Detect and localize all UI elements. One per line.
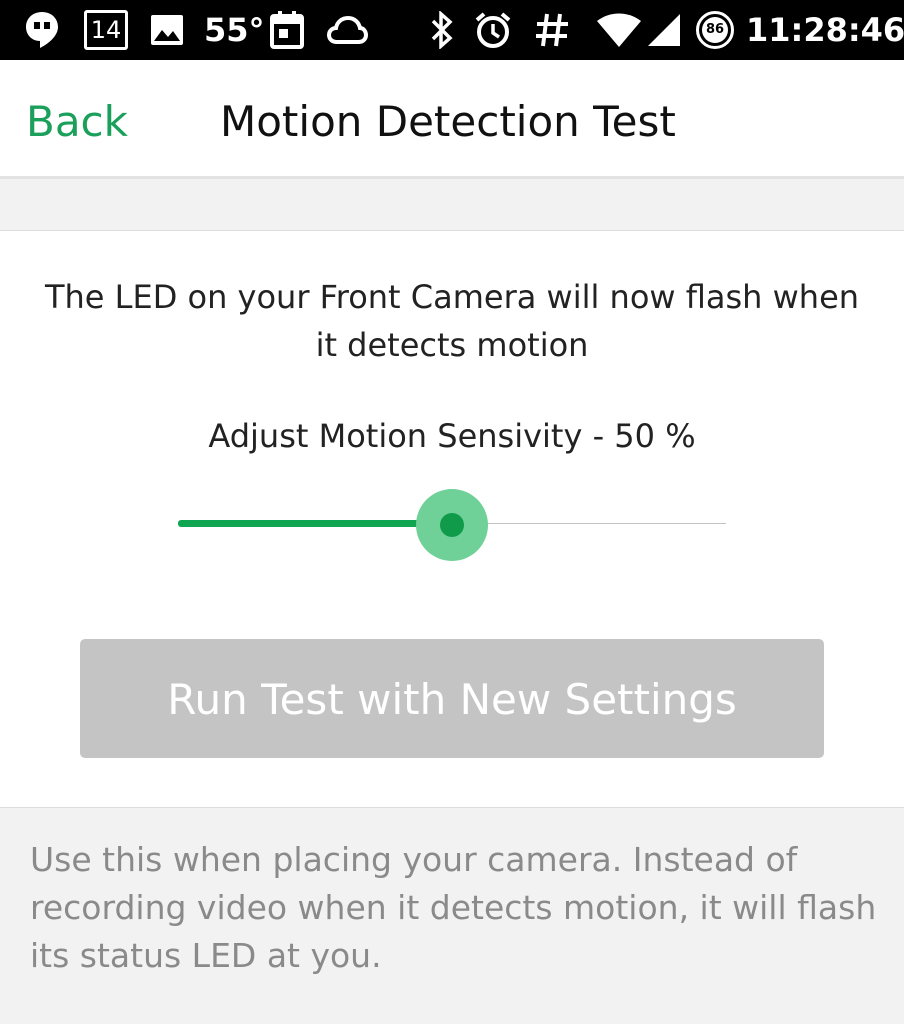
hangouts-icon	[24, 0, 60, 60]
slider-fill	[178, 520, 452, 527]
clock: 11:28:46	[746, 11, 904, 49]
info-text: The LED on your Front Camera will now fl…	[44, 278, 860, 364]
hash-icon	[534, 0, 570, 60]
page-title: Motion Detection Test	[220, 97, 676, 146]
calendar-notification-icon: 14	[84, 0, 128, 60]
sensitivity-label: Adjust Motion Sensivity - 50 %	[208, 417, 696, 455]
slider-thumb[interactable]	[440, 513, 464, 537]
alarm-icon	[474, 0, 512, 60]
battery-level: 86	[705, 22, 725, 37]
section-divider	[0, 179, 904, 231]
wifi-icon	[596, 0, 642, 60]
sensitivity-slider[interactable]	[178, 481, 726, 567]
help-description: Use this when placing your camera. Inste…	[30, 840, 877, 975]
cloud-icon	[326, 0, 368, 60]
run-test-button[interactable]: Run Test with New Settings	[80, 639, 824, 758]
bluetooth-icon	[430, 0, 454, 60]
calendar-icon	[270, 0, 304, 60]
test-card: The LED on your Front Camera will now fl…	[0, 231, 904, 808]
back-button[interactable]: Back	[26, 60, 128, 176]
battery-icon: 86	[696, 0, 734, 60]
status-bar: 14 55° 86 11:28:46	[0, 0, 904, 60]
cell-signal-icon	[646, 0, 682, 60]
image-icon	[150, 0, 184, 60]
temperature: 55°	[204, 11, 265, 49]
app-header: Back Motion Detection Test	[0, 60, 904, 179]
notification-count: 14	[90, 16, 122, 44]
